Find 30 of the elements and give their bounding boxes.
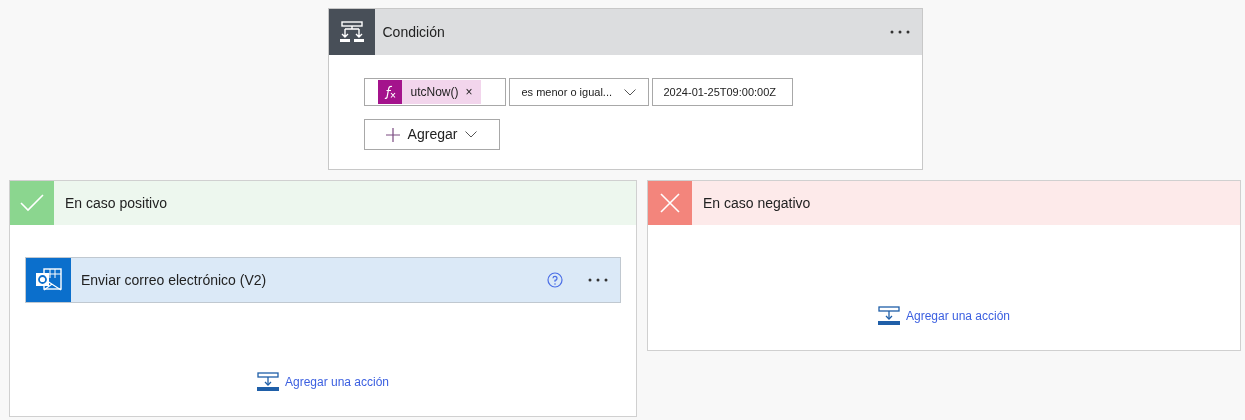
chevron-down-icon <box>623 88 636 96</box>
add-action-link[interactable]: Agregar una acción <box>877 306 1011 326</box>
chevron-down-icon <box>465 131 478 138</box>
mail-app-icon <box>34 268 63 292</box>
plus-icon <box>385 127 400 142</box>
add-action-link[interactable]: Agregar una acción <box>256 372 390 392</box>
function-icon <box>382 85 397 99</box>
branch-header[interactable]: En caso negativo <box>648 181 1240 225</box>
branch-header[interactable]: En caso positivo <box>10 181 636 225</box>
add-action-icon <box>256 372 279 392</box>
more-options-icon[interactable] <box>889 30 910 34</box>
help-icon[interactable] <box>547 272 563 288</box>
condition-icon <box>338 21 365 43</box>
condition-title: Condición <box>382 22 446 42</box>
branch-title: En caso negativo <box>703 193 811 213</box>
more-options-icon[interactable] <box>588 278 608 282</box>
expression-token[interactable]: utcNow() × <box>377 80 481 104</box>
token-label: utcNow() <box>410 84 459 101</box>
token-remove-button[interactable]: × <box>465 83 473 101</box>
add-action-icon <box>877 306 900 326</box>
check-icon <box>20 194 44 212</box>
add-button[interactable]: Agregar <box>363 119 500 150</box>
operand-field[interactable]: utcNow() × <box>363 78 506 106</box>
value-field[interactable]: 2024-01-25T09:00:00Z <box>651 78 793 106</box>
action-card[interactable]: Enviar correo electrónico (V2) <box>25 257 621 303</box>
close-icon <box>660 193 680 213</box>
operator-dropdown[interactable]: es menor o igual... <box>508 78 649 106</box>
branch-title: En caso positivo <box>65 193 167 213</box>
condition-header[interactable]: Condición <box>328 9 922 55</box>
action-title: Enviar correo electrónico (V2) <box>81 270 268 290</box>
